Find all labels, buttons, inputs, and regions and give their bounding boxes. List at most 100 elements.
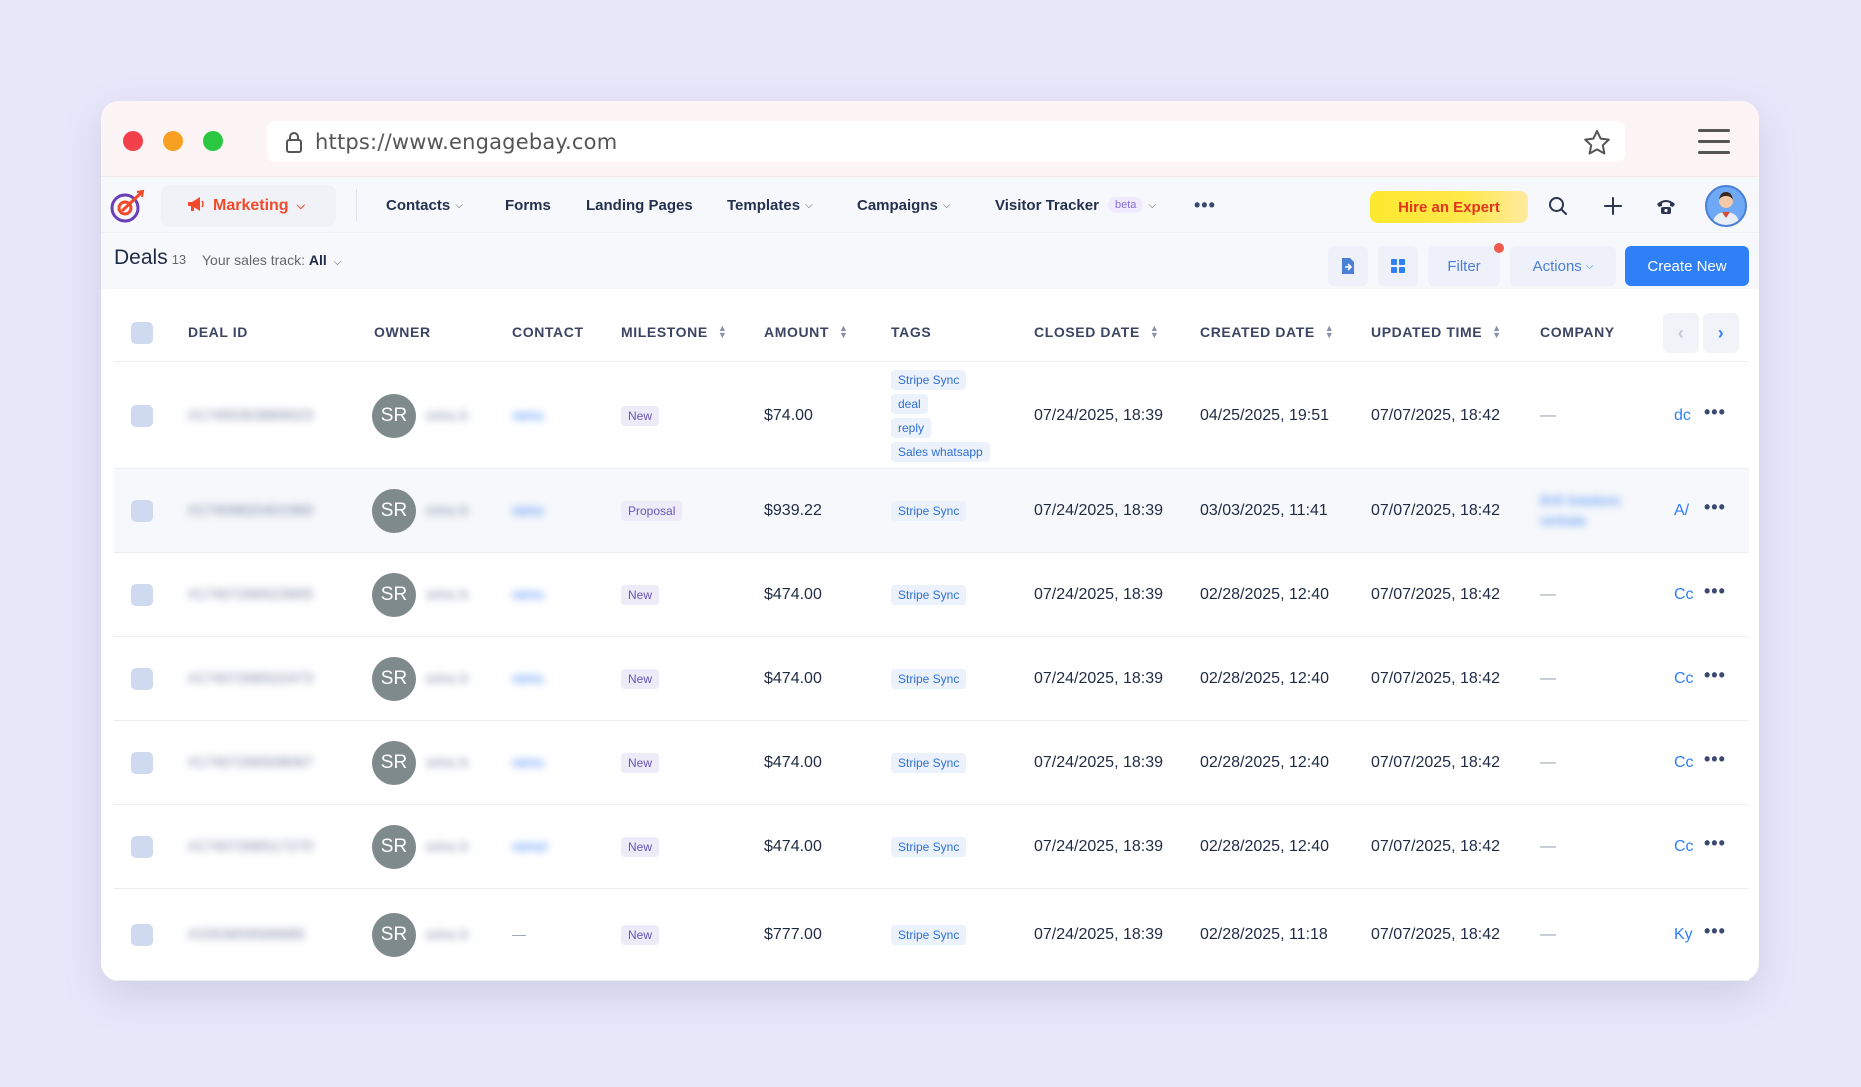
maximize-window-button[interactable] — [203, 131, 223, 151]
table-row[interactable]: #17407266508067 SR srinu b ramu New $474.00 St… — [114, 721, 1749, 805]
contact-link[interactable]: ramul — [512, 838, 547, 854]
contact-link[interactable]: ramu — [512, 670, 544, 686]
tag-badge[interactable]: Stripe Sync — [891, 585, 967, 605]
close-window-button[interactable] — [123, 131, 143, 151]
col-header-contact[interactable]: CONTACT — [512, 324, 584, 340]
select-all-checkbox[interactable] — [131, 322, 153, 344]
row-more-icon[interactable]: ••• — [1704, 665, 1726, 686]
row-checkbox[interactable] — [131, 584, 153, 606]
tag-badge[interactable]: Stripe Sync — [891, 753, 967, 773]
deal-id[interactable]: #1553659566685 — [188, 926, 305, 943]
url-text[interactable]: https://www.engagebay.com — [315, 130, 617, 154]
tag-badge[interactable]: Stripe Sync — [891, 837, 967, 857]
row-checkbox[interactable] — [131, 924, 153, 946]
company-link[interactable]: 8V8 Solutions venkata — [1540, 491, 1650, 531]
next-column-value[interactable]: Cc — [1674, 670, 1694, 688]
table-row[interactable]: #17455303869023 SR srinu b ramu New $74.00 Str… — [114, 362, 1749, 469]
col-header-deal-id[interactable]: DEAL ID — [188, 324, 248, 340]
deal-id[interactable]: #17455303869023 — [188, 407, 313, 424]
tag-badge[interactable]: Stripe Sync — [891, 369, 967, 390]
col-header-company[interactable]: COMPANY — [1540, 324, 1615, 340]
sort-icon[interactable]: ▲ ▼ — [718, 324, 728, 340]
hire-expert-button[interactable]: Hire an Expert — [1370, 191, 1528, 223]
filter-button[interactable]: Filter — [1428, 243, 1504, 286]
table-row[interactable]: #17407266522473 SR srinu b ramu New $474.00 St… — [114, 637, 1749, 721]
deal-id[interactable]: #17407266523905 — [188, 586, 313, 603]
scroll-right-chevron-icon[interactable]: › — [1703, 313, 1739, 353]
col-header-updated-time[interactable]: UPDATED TIME ▲ ▼ — [1371, 324, 1502, 341]
sort-icon[interactable]: ▲ ▼ — [1150, 324, 1160, 340]
deal-id[interactable]: #17407266508067 — [188, 754, 313, 771]
owner-name: srinu b — [426, 670, 469, 686]
row-more-icon[interactable]: ••• — [1704, 921, 1726, 942]
sort-icon[interactable]: ▲ ▼ — [839, 324, 849, 340]
tag-badge[interactable]: reply — [891, 417, 932, 438]
table-row[interactable]: #17407266517270 SR srinu b ramul New $474.00 S… — [114, 805, 1749, 889]
contact-link[interactable]: ramu — [512, 407, 544, 423]
tag-badge[interactable]: Sales whatsapp — [891, 441, 990, 462]
browser-menu-icon[interactable] — [1698, 129, 1730, 154]
next-column-value[interactable]: A/ — [1674, 502, 1689, 520]
nav-landing-pages[interactable]: Landing Pages — [586, 177, 693, 233]
col-header-tags[interactable]: TAGS — [891, 324, 931, 340]
nav-templates[interactable]: Templates ⌵ — [727, 177, 813, 233]
tag-badge[interactable]: Stripe Sync — [891, 669, 967, 689]
amount-header-label: AMOUNT — [764, 324, 830, 340]
deal-id[interactable]: #17409820401960 — [188, 502, 313, 519]
row-more-icon[interactable]: ••• — [1704, 833, 1726, 854]
scroll-left-chevron-icon[interactable]: ‹ — [1663, 313, 1699, 353]
contact-link[interactable]: ramu — [512, 754, 544, 770]
create-new-button[interactable]: Create New — [1625, 246, 1749, 286]
nav-visitor-tracker[interactable]: Visitor Tracker beta ⌵ — [995, 177, 1156, 233]
minimize-window-button[interactable] — [163, 131, 183, 151]
sort-icon[interactable]: ▲ ▼ — [1492, 324, 1502, 340]
row-checkbox[interactable] — [131, 668, 153, 690]
sort-icon[interactable]: ▲ ▼ — [1325, 324, 1335, 340]
bookmark-star-icon[interactable] — [1583, 129, 1611, 155]
col-header-closed-date[interactable]: CLOSED DATE ▲ ▼ — [1034, 324, 1160, 341]
contact-link[interactable]: ramu — [512, 502, 544, 518]
contact-link[interactable]: ramu — [512, 586, 544, 602]
plus-icon[interactable] — [1598, 191, 1628, 221]
deal-id[interactable]: #17407266517270 — [188, 838, 313, 855]
row-checkbox[interactable] — [131, 404, 153, 427]
nav-campaigns[interactable]: Campaigns ⌵ — [857, 177, 950, 233]
col-header-created-date[interactable]: CREATED DATE ▲ ▼ — [1200, 324, 1335, 341]
engagebay-logo[interactable] — [109, 189, 145, 223]
row-more-icon[interactable]: ••• — [1704, 497, 1726, 518]
row-checkbox[interactable] — [131, 500, 153, 522]
nav-contacts[interactable]: Contacts ⌵ — [386, 177, 463, 233]
next-column-value[interactable]: Cc — [1674, 838, 1694, 856]
row-more-icon[interactable]: ••• — [1704, 581, 1726, 602]
address-bar[interactable]: https://www.engagebay.com — [267, 121, 1625, 162]
next-column-value[interactable]: Cc — [1674, 586, 1694, 604]
table-row[interactable]: #17409820401960 SR srinu b ramu Proposal $939… — [114, 469, 1749, 553]
phone-icon[interactable] — [1651, 191, 1681, 221]
tag-badge[interactable]: Stripe Sync — [891, 925, 967, 945]
deal-id[interactable]: #17407266522473 — [188, 670, 313, 687]
nav-divider — [356, 189, 357, 221]
sales-track-selector[interactable]: Your sales track: All ⌵ — [202, 252, 341, 268]
tag-badge[interactable]: deal — [891, 393, 928, 414]
module-switcher-marketing[interactable]: Marketing ⌵ — [161, 185, 336, 227]
import-deals-button[interactable] — [1328, 246, 1368, 286]
col-header-milestone[interactable]: MILESTONE ▲ ▼ — [621, 324, 728, 341]
table-row[interactable]: #17407266523905 SR srinu b ramu New $474.00 St… — [114, 553, 1749, 637]
search-icon[interactable] — [1543, 191, 1573, 221]
next-column-value[interactable]: Ky — [1674, 926, 1693, 944]
next-column-value[interactable]: dc — [1674, 407, 1691, 425]
col-header-amount[interactable]: AMOUNT ▲ ▼ — [764, 324, 849, 341]
actions-button[interactable]: Actions ⌵ — [1510, 246, 1616, 286]
tag-badge[interactable]: Stripe Sync — [891, 501, 967, 521]
col-header-owner[interactable]: OWNER — [374, 324, 431, 340]
row-checkbox[interactable] — [131, 752, 153, 774]
grid-view-button[interactable] — [1378, 246, 1418, 286]
row-checkbox[interactable] — [131, 836, 153, 858]
nav-forms[interactable]: Forms — [505, 177, 551, 233]
row-more-icon[interactable]: ••• — [1704, 402, 1726, 423]
more-nav-icon[interactable]: ••• — [1194, 195, 1216, 216]
row-more-icon[interactable]: ••• — [1704, 749, 1726, 770]
table-row[interactable]: #1553659566685 SR srinu b — New $777.00 Stripe… — [114, 889, 1749, 981]
user-avatar[interactable] — [1705, 185, 1747, 227]
next-column-value[interactable]: Cc — [1674, 754, 1694, 772]
